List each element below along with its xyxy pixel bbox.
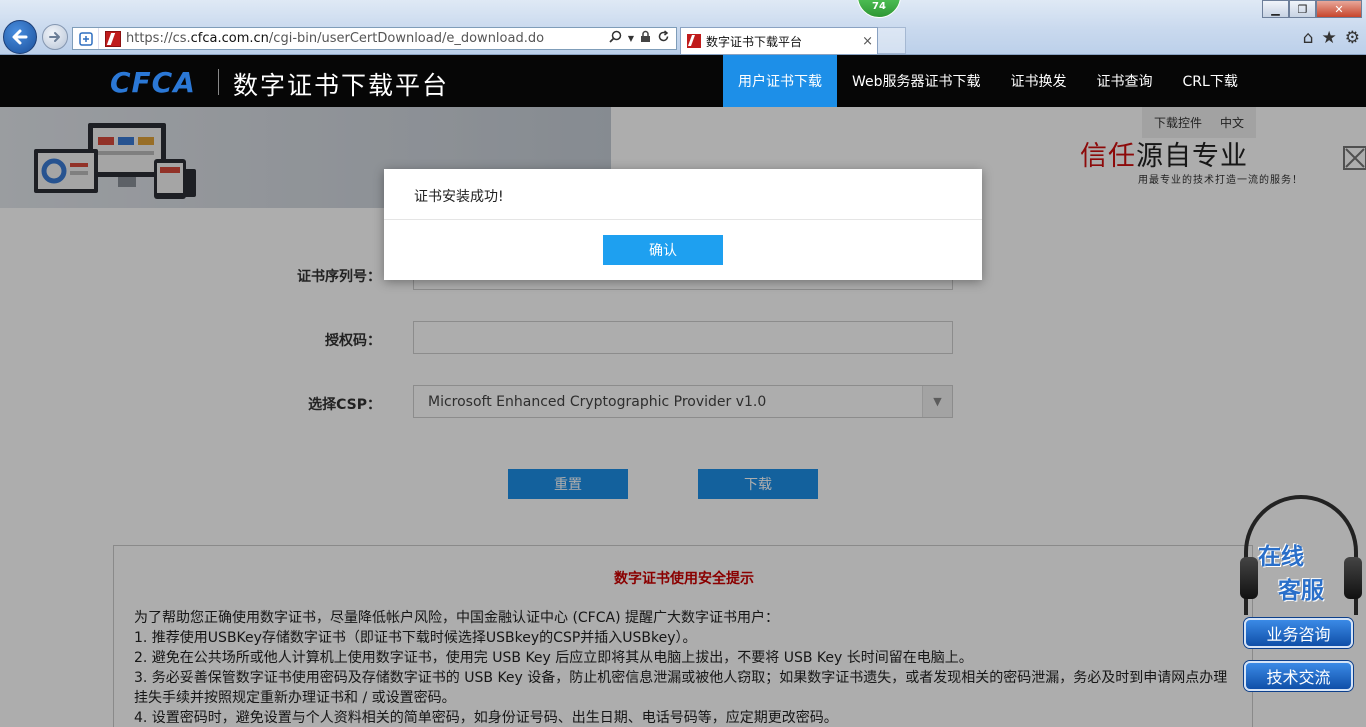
browser-toolbar-icons: ⌂ ★ ⚙: [1303, 28, 1360, 48]
minimize-icon[interactable]: ▁: [1262, 0, 1289, 18]
notification-badge[interactable]: 74: [857, 0, 901, 18]
lock-icon[interactable]: [640, 30, 651, 47]
nav-crl-download[interactable]: CRL下载: [1168, 55, 1253, 107]
arrow-right-icon: [49, 32, 60, 42]
nav-cert-renewal[interactable]: 证书换发: [996, 55, 1082, 107]
nav-cert-query[interactable]: 证书查询: [1082, 55, 1168, 107]
tech-exchange-button[interactable]: 技术交流: [1244, 661, 1353, 691]
nav-web-server-cert-download[interactable]: Web服务器证书下载: [837, 55, 996, 107]
online-service-widget: 在线 客服 业务咨询 技术交流: [1240, 495, 1362, 695]
service-text-online[interactable]: 在线: [1258, 537, 1304, 571]
dialog-divider: [384, 219, 982, 220]
business-consult-button[interactable]: 业务咨询: [1244, 618, 1353, 648]
close-icon[interactable]: ×: [862, 34, 873, 49]
address-bar[interactable]: https://cs.cfca.com.cn/cgi-bin/userCertD…: [72, 27, 677, 50]
window-controls: ▁ ❐ ✕: [1262, 0, 1362, 18]
cfca-logo[interactable]: CFCA: [110, 66, 196, 99]
browser-tab[interactable]: 数字证书下载平台 ×: [680, 27, 878, 54]
browser-chrome: https://cs.cfca.com.cn/cgi-bin/userCertD…: [0, 0, 1366, 55]
refresh-icon[interactable]: [657, 30, 670, 47]
home-icon[interactable]: ⌂: [1303, 28, 1314, 48]
tab-title: 数字证书下载平台: [706, 34, 803, 49]
gear-icon[interactable]: ⚙: [1345, 28, 1360, 48]
success-dialog: 证书安装成功! 确认: [384, 169, 982, 280]
headset-ear-icon: [1344, 557, 1362, 599]
site-favicon-icon: [105, 30, 121, 47]
shield-icon[interactable]: [73, 28, 99, 49]
service-text-support[interactable]: 客服: [1278, 571, 1324, 605]
maximize-icon[interactable]: ❐: [1289, 0, 1316, 18]
confirm-button[interactable]: 确认: [603, 235, 723, 265]
new-tab-button[interactable]: [878, 27, 906, 54]
url-text[interactable]: https://cs.cfca.com.cn/cgi-bin/userCertD…: [126, 31, 544, 46]
dialog-message: 证书安装成功!: [414, 189, 504, 205]
arrow-left-icon: [12, 29, 28, 45]
nav-user-cert-download[interactable]: 用户证书下载: [723, 55, 837, 107]
site-favicon-icon: [687, 34, 701, 48]
search-icon[interactable]: [609, 30, 622, 47]
main-nav: 用户证书下载 Web服务器证书下载 证书换发 证书查询 CRL下载: [723, 55, 1253, 107]
logo-divider: [218, 69, 219, 95]
dropdown-icon[interactable]: ▼: [628, 34, 634, 43]
window-close-icon[interactable]: ✕: [1316, 0, 1362, 18]
back-button[interactable]: [3, 20, 37, 54]
site-header: CFCA 数字证书下载平台 用户证书下载 Web服务器证书下载 证书换发 证书查…: [0, 55, 1366, 107]
headset-ear-icon: [1240, 557, 1258, 599]
url-domain: cfca.com.cn: [190, 31, 269, 46]
forward-button[interactable]: [42, 24, 68, 50]
favorites-star-icon[interactable]: ★: [1322, 28, 1337, 48]
url-path: /cgi-bin/userCertDownload/e_download.do: [268, 31, 545, 46]
url-prefix: https://cs.: [126, 31, 191, 46]
site-title: 数字证书下载平台: [233, 71, 450, 100]
